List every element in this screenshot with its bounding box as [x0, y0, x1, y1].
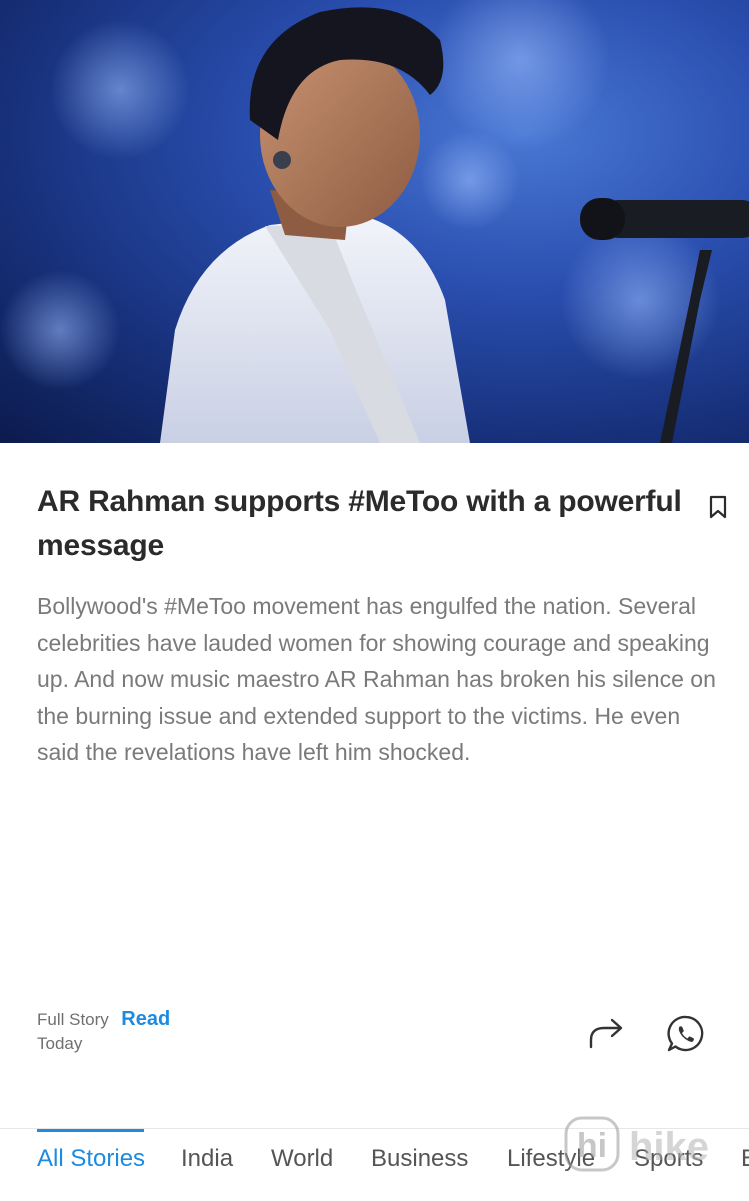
article-summary: Bollywood's #MeToo movement has engulfed…	[37, 593, 716, 765]
full-story-label: Full Story	[37, 1010, 109, 1029]
full-story-row: Full Story Read	[37, 1008, 170, 1031]
bookmark-icon[interactable]	[706, 494, 730, 520]
article-date: Today	[37, 1034, 83, 1053]
hero-illustration	[0, 0, 749, 443]
article-title: AR Rahman supports #MeToo with a powerfu…	[37, 485, 682, 562]
tab-all-stories[interactable]: All Stories	[37, 1145, 145, 1173]
read-link[interactable]: Read	[121, 1008, 170, 1030]
tab-world[interactable]: World	[271, 1145, 333, 1173]
article-hero-image	[0, 0, 749, 443]
tab-business[interactable]: Business	[371, 1145, 468, 1173]
tab-india[interactable]: India	[181, 1145, 233, 1173]
share-icon[interactable]	[586, 1013, 626, 1053]
svg-text:hi: hi	[577, 1127, 607, 1165]
whatsapp-icon[interactable]	[664, 1012, 708, 1056]
tab-more[interactable]: E	[741, 1145, 749, 1173]
hike-watermark-logo: hi hike	[564, 1116, 709, 1172]
active-tab-indicator	[37, 1129, 144, 1132]
hike-watermark-text: hike	[629, 1125, 709, 1169]
